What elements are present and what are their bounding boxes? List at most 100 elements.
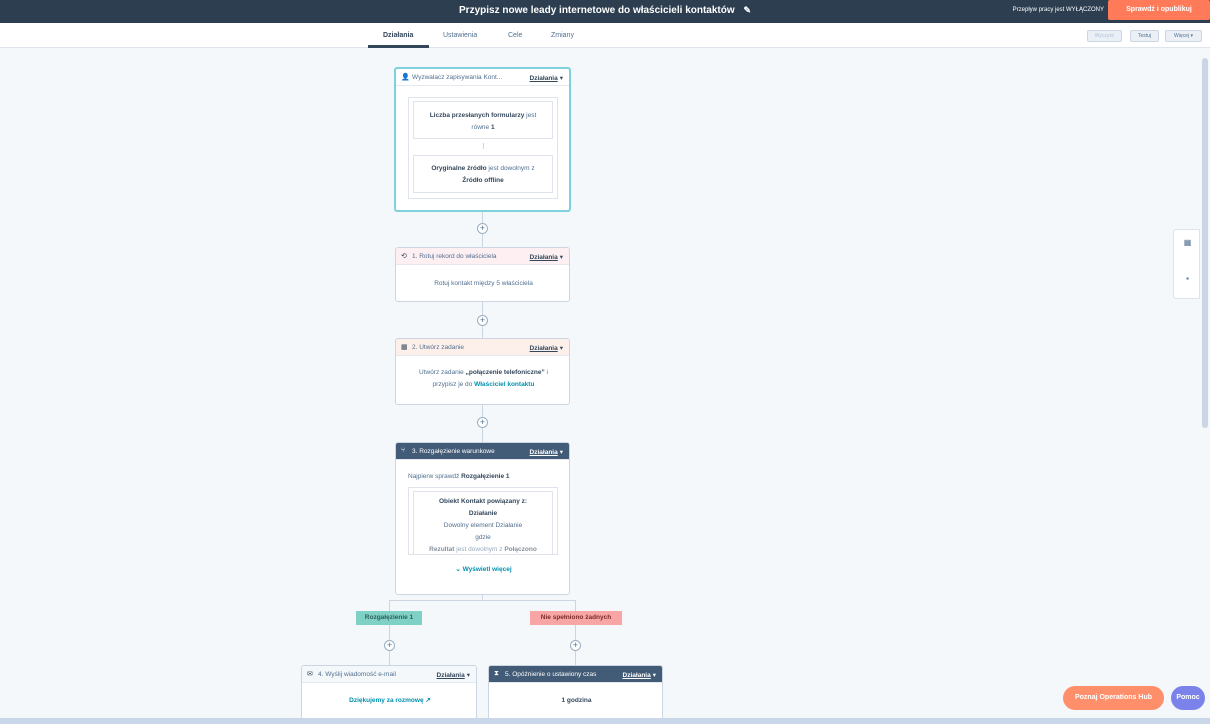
show-more-link[interactable]: ⌄ Wyświetl więcej <box>396 564 571 576</box>
step-2-task-name: „połączenie telefoniczne” <box>465 369 545 376</box>
pencil-icon[interactable]: ✎ <box>743 5 751 16</box>
step-1-description: Rotuj kontakt między 5 właściciela <box>434 280 533 287</box>
step-4-title: 4. Wyślij wiadomość e-mail <box>318 671 396 678</box>
step-2-task-card[interactable]: ▦ 2. Utwórz zadanie Działania ▾ Utwórz za… <box>395 338 570 405</box>
condition-1-operator: jest <box>526 112 537 119</box>
caret-down-icon: ▾ <box>559 254 563 261</box>
workflow-title-text: Przypisz nowe leady internetowe do właśc… <box>459 5 735 16</box>
step-2-description: Utwórz zadanie „połączenie telefoniczne”… <box>396 367 571 391</box>
condition-2-operator: jest dowolnym z <box>488 165 535 172</box>
step-3-header: ⑂ 3. Rozgałęzienie warunkowe Działania ▾ <box>396 443 569 460</box>
add-step-plus-icon[interactable]: + <box>477 417 488 428</box>
test-button[interactable]: Testuj <box>1130 30 1159 42</box>
step-4-email-card[interactable]: ✉ 4. Wyślij wiadomość e-mail Działania ▾ … <box>301 665 477 718</box>
caret-down-icon: ▾ <box>652 672 656 679</box>
email-name-link[interactable]: Dziękujemy za rozmowę <box>349 697 423 704</box>
condition-1-value: 1 <box>490 124 495 131</box>
help-button[interactable]: Pomoc <box>1171 686 1205 710</box>
step-5-actions-menu[interactable]: Działania ▾ <box>623 671 656 679</box>
caret-down-icon: ▾ <box>559 75 563 82</box>
caret-down-icon: ▾ <box>466 672 470 679</box>
step-5-delay-card[interactable]: ⧗ 5. Opóźnienie o ustawiony czas Działan… <box>488 665 663 718</box>
actions-menu-label: Działania <box>529 75 558 82</box>
branch-condition-bold-1: Obiekt Kontakt powiązany z: <box>438 498 528 505</box>
actions-menu-label: Działania <box>529 254 558 261</box>
condition-2-property: Oryginalne źródło <box>431 165 487 172</box>
tab-goals[interactable]: Cele <box>508 32 522 39</box>
more-button-label: Więcej <box>1174 33 1190 39</box>
step-5-title: 5. Opóźnienie o ustawiony czas <box>505 671 597 678</box>
enrollment-trigger-card[interactable]: 👤 Wyzwalacz zapisywania Kont... Działani… <box>394 67 571 212</box>
rotate-owner-icon: ⟲ <box>401 253 407 260</box>
comment-icon[interactable]: ▪ <box>1174 274 1201 283</box>
step-4-description: Dziękujemy za rozmowę ↗ <box>302 695 478 707</box>
branch-condition-value: Połączono <box>504 546 537 553</box>
calendar-icon: ▦ <box>401 344 408 351</box>
trigger-card-header: 👤 Wyzwalacz zapisywania Kont... Działani… <box>396 69 569 86</box>
branch-condition-text: Obiekt Kontakt powiązany z: Działanie Do… <box>413 496 553 554</box>
tab-bar: Działania Ustawienia Cele Zmiany Wyczyść… <box>0 23 1210 48</box>
person-icon: 👤 <box>401 74 410 81</box>
step-3-title: 3. Rozgałęzienie warunkowe <box>412 448 495 455</box>
branch-condition-bold-2: Działanie <box>468 510 498 517</box>
add-step-plus-icon[interactable]: + <box>477 223 488 234</box>
trigger-title: Wyzwalacz zapisywania Kont... <box>412 74 503 81</box>
add-step-plus-icon[interactable]: + <box>570 640 581 651</box>
trigger-condition-1-text: Liczba przesłanych formularzy jest równe… <box>413 110 553 134</box>
condition-divider <box>483 143 484 149</box>
step-5-description: 1 godzina <box>489 695 664 707</box>
hourglass-icon: ⧗ <box>494 670 499 677</box>
more-button[interactable]: Więcej ▾ <box>1165 30 1202 42</box>
step-2-title: 2. Utwórz zadanie <box>412 344 465 351</box>
chevron-down-icon: ⌄ <box>455 566 461 573</box>
condition-1-property: Liczba przesłanych formularzy <box>429 112 525 119</box>
side-tool-panel: ▦ ▪ <box>1173 229 1200 299</box>
step-4-actions-menu[interactable]: Działania ▾ <box>437 671 470 679</box>
add-step-plus-icon[interactable]: + <box>477 315 488 326</box>
tab-settings[interactable]: Ustawienia <box>443 32 477 39</box>
contact-owner-link[interactable]: Właściciel kontaktu <box>474 381 534 388</box>
tab-actions[interactable]: Działania <box>383 32 413 39</box>
branch-label-1[interactable]: Rozgałęzienie 1 <box>356 611 422 625</box>
vertical-scrollbar[interactable] <box>1200 48 1210 718</box>
step-1-actions-menu[interactable]: Działania ▾ <box>530 253 563 261</box>
connector-line <box>575 600 576 665</box>
branch-condition-line-5: Rezultat jest dowolnym z Połączono <box>429 546 537 553</box>
operations-hub-button[interactable]: Poznaj Operations Hub <box>1063 686 1164 710</box>
step-5-header: ⧗ 5. Opóźnienie o ustawiony czas Działan… <box>489 666 662 683</box>
step-2-actions-menu[interactable]: Działania ▾ <box>530 344 563 352</box>
condition-1-operator-2: równe <box>471 124 490 131</box>
external-link-icon[interactable]: ↗ <box>425 697 430 704</box>
review-publish-button[interactable]: Sprawdź i opublikuj <box>1108 0 1210 20</box>
step-1-title: 1. Rotuj rekord do właściciela <box>412 253 497 260</box>
branch-line <box>389 600 576 601</box>
first-check-text: Najpierw sprawdź <box>408 473 460 480</box>
scrollbar-thumb[interactable] <box>1202 58 1208 428</box>
add-step-plus-icon[interactable]: + <box>384 640 395 651</box>
clear-button[interactable]: Wyczyść <box>1087 30 1122 42</box>
show-more-label: Wyświetl więcej <box>462 566 512 573</box>
branch-label-none[interactable]: Nie spełniono żadnych <box>530 611 622 625</box>
chevron-down-icon: ▾ <box>1190 33 1193 39</box>
trigger-actions-menu[interactable]: Działania ▾ <box>530 74 563 82</box>
caret-down-icon: ▾ <box>559 449 563 456</box>
workflow-canvas[interactable]: + + + + + Rozgałęzienie 1 Nie spełniono … <box>0 48 1200 718</box>
condition-2-value: Źródło offline <box>462 177 504 184</box>
step-3-branch-card[interactable]: ⑂ 3. Rozgałęzienie warunkowe Działania ▾ … <box>395 442 570 595</box>
workflow-status: Przepływ pracy jest WYŁĄCZONY <box>1012 7 1104 13</box>
branch-condition-line-4: gdzie <box>475 534 491 541</box>
step-2-text-mid: i <box>546 369 548 376</box>
step-4-header: ✉ 4. Wyślij wiadomość e-mail Działania ▾ <box>302 666 476 683</box>
branch-condition-line-3: Dowolny element Działanie <box>443 522 523 529</box>
tab-changes[interactable]: Zmiany <box>551 32 574 39</box>
actions-menu-label: Działania <box>529 449 558 456</box>
actions-menu-label: Działania <box>529 345 558 352</box>
branch-condition-property: Rezultat <box>429 546 455 553</box>
step-1-rotate-card[interactable]: ⟲ 1. Rotuj rekord do właściciela Działan… <box>395 247 570 302</box>
branch-icon: ⑂ <box>401 447 406 454</box>
step-2-header: ▦ 2. Utwórz zadanie Działania ▾ <box>396 339 569 356</box>
connector-line <box>389 600 390 665</box>
grid-icon[interactable]: ▦ <box>1174 238 1201 247</box>
step-3-actions-menu[interactable]: Działania ▾ <box>530 448 563 456</box>
actions-menu-label: Działania <box>436 672 465 679</box>
